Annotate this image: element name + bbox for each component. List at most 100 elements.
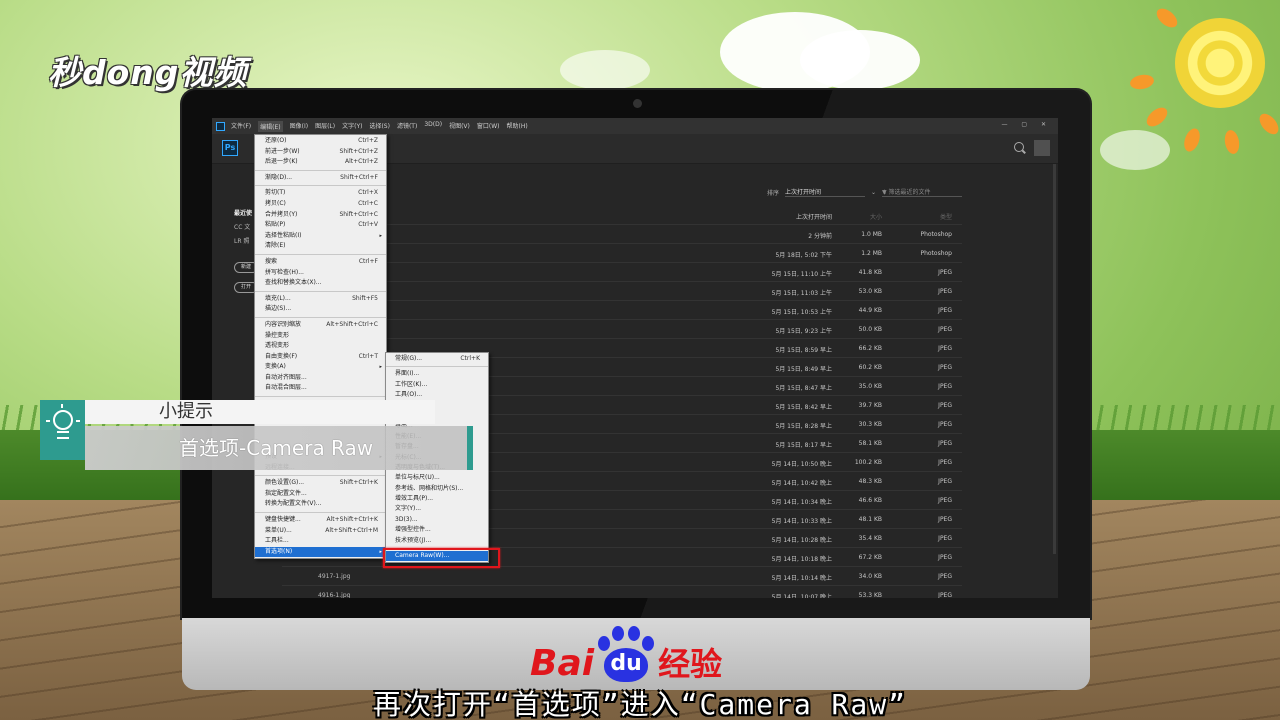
menu-item[interactable]: 选择性粘贴(I) ▸	[255, 231, 386, 242]
menu-item[interactable]: 首选项(N) ▸	[255, 546, 386, 558]
column-header-time[interactable]: 上次打开时间	[692, 212, 832, 221]
file-type: JPEG	[938, 345, 952, 352]
menu-item[interactable]: 颜色设置(G)... Shift+Ctrl+K	[255, 478, 386, 489]
menu-item[interactable]: 填充(L)... Shift+F5	[255, 294, 386, 305]
menu-item[interactable]: 拷贝(C) Ctrl+C	[255, 199, 386, 210]
file-time: 5月 14日, 10:18 晚上	[771, 556, 832, 563]
menu-item[interactable]: 文字(Y)...	[386, 504, 488, 514]
sort-select[interactable]: 上次打开时间	[785, 187, 866, 197]
cloud	[560, 50, 650, 90]
file-size: 100.2 KB	[854, 459, 882, 466]
menu-item[interactable]: 渐隐(D)... Shift+Ctrl+F	[255, 173, 386, 184]
window-controls[interactable]: — ▢ ✕	[1001, 121, 1052, 128]
table-row[interactable]: 4916-1.jpg 5月 14日, 10:07 晚上 53.3 KB JPEG	[282, 585, 962, 598]
menu-item[interactable]: 单位与标尺(U)...	[386, 473, 488, 483]
menu-item-shortcut: Shift+Ctrl+K	[339, 479, 378, 487]
menu-item[interactable]: 工作区(K)...	[386, 380, 488, 390]
menu-item[interactable]: 增效工具(P)...	[386, 494, 488, 504]
file-size: 1.2 MB	[861, 250, 882, 257]
menu-separator	[255, 169, 386, 171]
file-type: Photoshop	[920, 231, 952, 238]
menu-item[interactable]: 剪切(T) Ctrl+X	[255, 188, 386, 199]
sort-control: 排序 上次打开时间 ⌄ ↓	[767, 187, 887, 197]
file-size: 35.4 KB	[858, 535, 882, 542]
file-type: JPEG	[938, 554, 952, 561]
menu-item[interactable]: 工具栏...	[255, 536, 386, 547]
menubar-item[interactable]: 图层(L)	[315, 121, 335, 132]
column-header-type[interactable]: 类型	[892, 212, 952, 221]
menu-item[interactable]: 清除(E)	[255, 241, 386, 252]
tip-title: 小提示	[85, 400, 435, 424]
menu-item-shortcut: Alt+Shift+Ctrl+M	[325, 526, 378, 534]
file-type: JPEG	[938, 421, 952, 428]
file-size: 50.0 KB	[858, 326, 882, 333]
menu-item[interactable]: 增强型控件...	[386, 525, 488, 535]
menu-item[interactable]: 界面(I)...	[386, 369, 488, 379]
avatar[interactable]	[1034, 140, 1050, 156]
column-header-size[interactable]: 大小	[822, 212, 882, 221]
menu-item-label: 还原(O)	[265, 137, 287, 144]
menu-item-label: 工具(O)...	[395, 391, 423, 399]
file-time: 5月 14日, 10:07 晚上	[771, 594, 832, 598]
file-size: 48.1 KB	[858, 516, 882, 523]
menu-item[interactable]: 工具(O)...	[386, 390, 488, 400]
file-type: JPEG	[938, 592, 952, 598]
file-type: JPEG	[938, 459, 952, 466]
menu-item[interactable]: 键盘快捷键... Alt+Shift+Ctrl+K	[255, 515, 386, 526]
file-type: JPEG	[938, 288, 952, 295]
menu-item[interactable]: 变换(A) ▸	[255, 362, 386, 373]
menu-separator	[255, 316, 386, 318]
menu-item[interactable]: 技术预览(J)...	[386, 536, 488, 546]
menu-item-shortcut: Shift+Ctrl+C	[339, 210, 378, 218]
menu-item-shortcut: Ctrl+T	[358, 352, 378, 360]
menu-item[interactable]: 还原(O) Ctrl+Z	[255, 136, 386, 147]
menu-item[interactable]: 合并拷贝(Y) Shift+Ctrl+C	[255, 210, 386, 221]
menu-item[interactable]: 常规(G)... Ctrl+K	[386, 354, 488, 364]
menubar-item[interactable]: 图像(I)	[290, 121, 308, 132]
menu-item[interactable]: 参考线、网格和切片(S)...	[386, 484, 488, 494]
menubar-item[interactable]: 文件(F)	[231, 121, 251, 132]
menubar-item[interactable]: 视图(V)	[449, 121, 470, 132]
menu-item[interactable]: 搜索 Ctrl+F	[255, 257, 386, 268]
file-type: JPEG	[938, 364, 952, 371]
menubar-item[interactable]: 滤镜(T)	[397, 121, 417, 132]
menubar-item[interactable]: 编辑(E)	[258, 120, 283, 132]
menubar-item[interactable]: 帮助(H)	[507, 121, 528, 132]
menu-item[interactable]: 描边(S)...	[255, 304, 386, 315]
cloud	[1100, 130, 1170, 170]
ps-app-icon	[216, 121, 225, 131]
baidu-jingyan-logo: Bai du 经验	[530, 624, 722, 684]
search-icon[interactable]	[1014, 142, 1024, 152]
scrollbar[interactable]	[1053, 164, 1056, 554]
chevron-down-icon[interactable]: ⌄	[871, 189, 876, 196]
menu-separator	[386, 366, 488, 368]
menu-item-shortcut: Alt+Shift+Ctrl+C	[326, 320, 378, 328]
menu-item-label: 自由变换(F)	[265, 352, 298, 360]
menu-item[interactable]: 自由变换(F) Ctrl+T	[255, 352, 386, 363]
table-row[interactable]: 4917-1.jpg 5月 14日, 10:14 晚上 34.0 KB JPEG	[282, 566, 962, 585]
menu-item[interactable]: 操控变形	[255, 331, 386, 342]
menu-item[interactable]: 粘贴(P) Ctrl+V	[255, 220, 386, 231]
menu-item-shortcut: Ctrl+X	[358, 189, 378, 197]
menu-item-label: 透视变形	[265, 342, 290, 350]
menu-item[interactable]: 拼写检查(H)...	[255, 268, 386, 279]
menu-item[interactable]: 内容识别缩放 Alt+Shift+Ctrl+C	[255, 320, 386, 331]
menu-item[interactable]: 菜单(U)... Alt+Shift+Ctrl+M	[255, 526, 386, 537]
menubar-item[interactable]: 选择(S)	[369, 121, 390, 132]
menu-item-label: 参考线、网格和切片(S)...	[395, 484, 464, 492]
menu-item[interactable]: 自动混合图层...	[255, 383, 386, 394]
menu-item[interactable]: 后退一步(K) Alt+Ctrl+Z	[255, 157, 386, 168]
menu-item[interactable]: 查找和替换文本(X)...	[255, 278, 386, 289]
menubar-item[interactable]: 窗口(W)	[477, 121, 500, 132]
menu-item[interactable]: 前进一步(W) Shift+Ctrl+Z	[255, 147, 386, 158]
bulb-base	[57, 431, 69, 439]
menu-item[interactable]: 自动对齐图层...	[255, 373, 386, 384]
menubar-item[interactable]: 3D(D)	[424, 121, 442, 132]
menubar-item[interactable]: 文字(Y)	[342, 121, 362, 132]
menu-item[interactable]: 指定配置文件...	[255, 489, 386, 500]
menu-item-label: 颜色设置(G)...	[265, 479, 305, 487]
menu-item[interactable]: 3D(3)...	[386, 515, 488, 525]
menu-item[interactable]: 透视变形	[255, 341, 386, 352]
menu-item[interactable]: 转换为配置文件(V)...	[255, 499, 386, 510]
filter-input[interactable]: ▼ 筛选最近的文件	[882, 187, 962, 197]
